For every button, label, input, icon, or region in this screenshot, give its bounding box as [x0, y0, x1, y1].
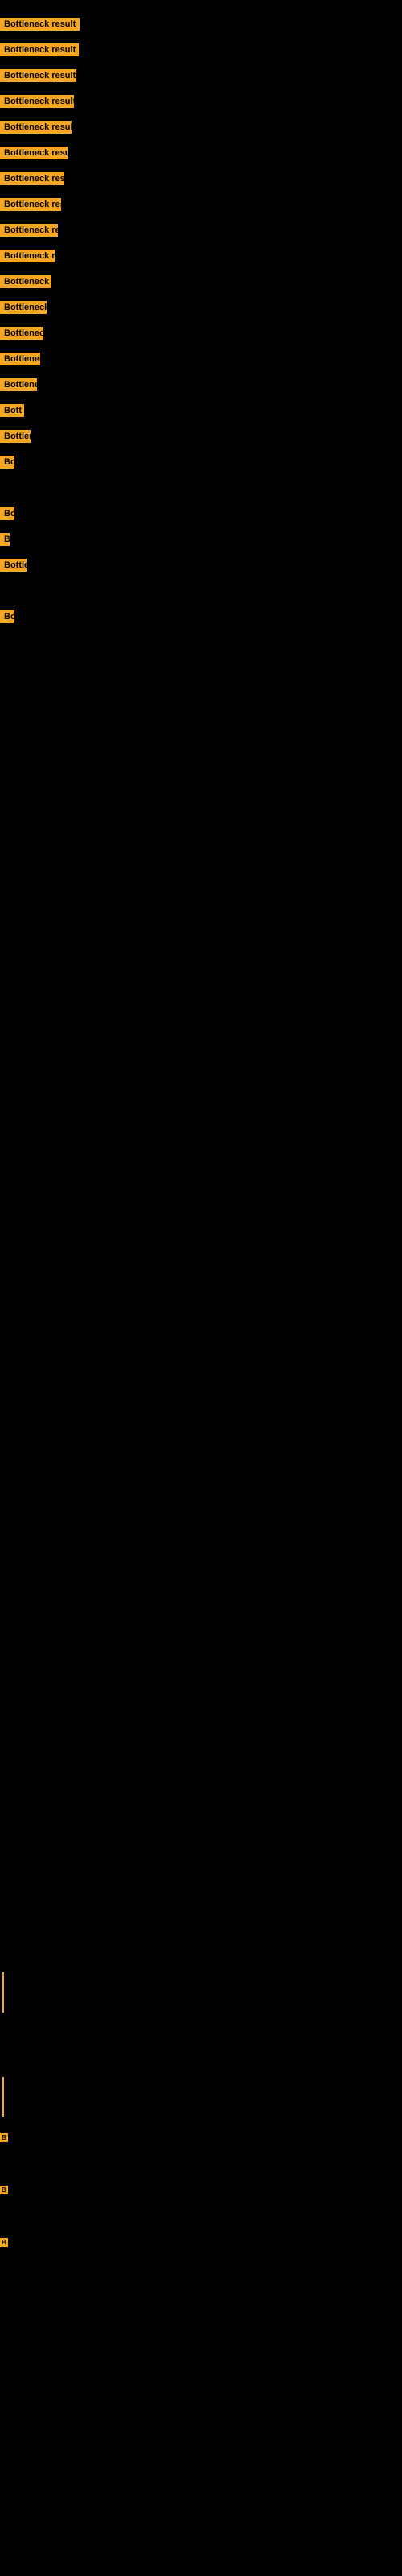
bottleneck-badge-9: Bottleneck resul	[0, 224, 58, 237]
bottleneck-badge-21: Bottle	[0, 559, 27, 572]
bottleneck-badge-12: Bottleneck res	[0, 301, 47, 314]
bottleneck-badge-1: Bottleneck result	[0, 18, 80, 31]
bottleneck-badge-bottom-3: B	[0, 2238, 8, 2247]
bottleneck-badge-16: Bott	[0, 404, 24, 417]
vertical-bar-2	[2, 2077, 4, 2117]
bottleneck-badge-19: Bo	[0, 507, 14, 520]
bottleneck-badge-2: Bottleneck result	[0, 43, 79, 56]
bottleneck-badge-22: Bo	[0, 610, 14, 623]
vertical-bar-1	[2, 1972, 4, 2013]
bottleneck-badge-10: Bottleneck resul	[0, 250, 55, 262]
bottleneck-badge-14: Bottleneck re	[0, 353, 40, 365]
bottleneck-badge-bottom-1: B	[0, 2133, 8, 2142]
bottleneck-badge-13: Bottleneck res	[0, 327, 43, 340]
bottleneck-badge-4: Bottleneck result	[0, 95, 74, 108]
bottleneck-badge-7: Bottleneck result	[0, 172, 64, 185]
bottleneck-badge-6: Bottleneck resul	[0, 147, 68, 159]
site-title	[0, 0, 402, 8]
bottleneck-badge-20: B	[0, 533, 10, 546]
bottleneck-badge-3: Bottleneck result	[0, 69, 76, 82]
bottleneck-badge-5: Bottleneck result	[0, 121, 72, 134]
bottleneck-badge-18: Bo	[0, 456, 14, 469]
bottleneck-badge-11: Bottleneck resu	[0, 275, 51, 288]
bottleneck-badge-17: Bottlene	[0, 430, 31, 443]
bottleneck-badge-8: Bottleneck result	[0, 198, 61, 211]
bottleneck-badge-15: Bottleneck	[0, 378, 37, 391]
bottleneck-badge-bottom-2: B	[0, 2186, 8, 2194]
